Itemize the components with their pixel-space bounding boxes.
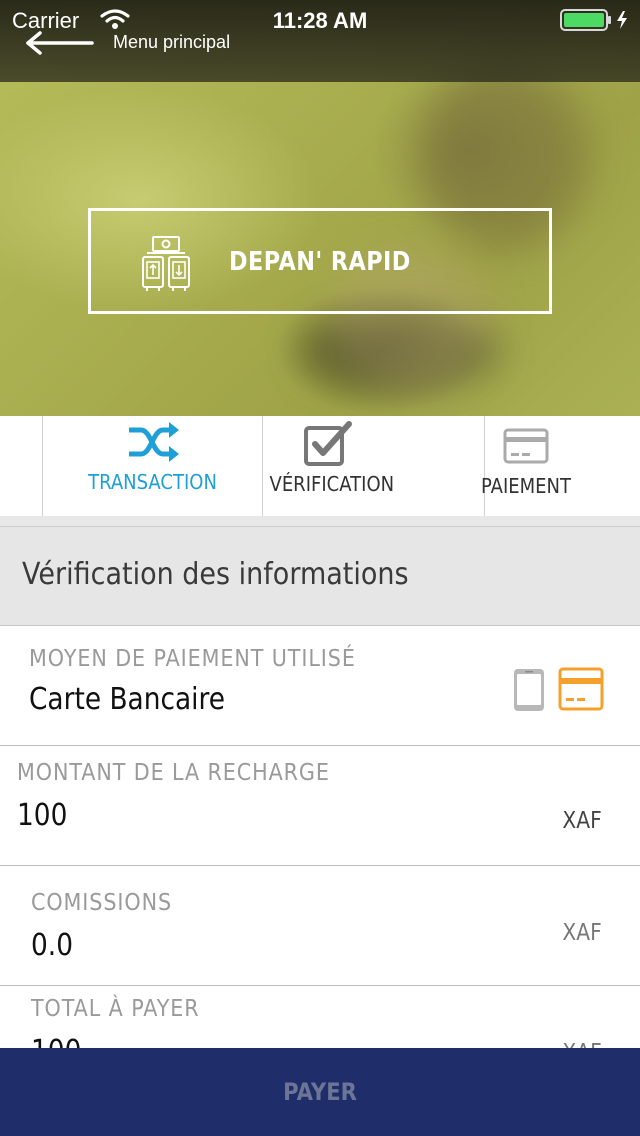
commissions-label: COMISSIONS xyxy=(31,890,173,916)
battery-icon xyxy=(560,9,627,31)
tab-transaction-label: TRANSACTION xyxy=(88,470,217,494)
pay-button[interactable]: PAYER xyxy=(0,1048,640,1136)
service-title: DEPAN' RAPID xyxy=(229,247,411,277)
commissions-value: 0.0 xyxy=(31,928,73,963)
payment-method-row: MOYEN DE PAIEMENT UTILISÉ Carte Bancaire xyxy=(0,626,640,746)
amount-label: MONTANT DE LA RECHARGE xyxy=(17,760,330,786)
step-tabs-shadow xyxy=(0,516,640,526)
shuffle-icon xyxy=(128,422,179,462)
total-label: TOTAL À PAYER xyxy=(31,996,200,1022)
tab-paiement-label: PAIEMENT xyxy=(480,474,572,498)
back-arrow-icon[interactable] xyxy=(22,30,102,56)
amount-value[interactable]: 100 xyxy=(17,798,67,833)
amount-unit: XAF xyxy=(562,808,602,834)
commissions-row: COMISSIONS 0.0 XAF xyxy=(0,866,640,986)
section-title: Vérification des informations xyxy=(22,557,409,592)
commissions-unit: XAF xyxy=(562,920,602,946)
section-header: Vérification des informations xyxy=(0,526,640,626)
credit-card-icon xyxy=(503,428,549,464)
hero-banner: Carrier 11:28 AM Menu principal DEPAN' R… xyxy=(0,0,640,416)
payment-method-value: Carte Bancaire xyxy=(29,682,226,717)
tab-paiement[interactable]: PAIEMENT xyxy=(472,416,580,520)
pay-button-label: PAYER xyxy=(283,1078,357,1106)
status-bar: Carrier 11:28 AM Menu principal xyxy=(0,0,640,82)
tab-verification[interactable]: VÉRIFICATION xyxy=(263,416,395,520)
payment-method-label: MOYEN DE PAIEMENT UTILISÉ xyxy=(29,646,356,672)
service-banner: DEPAN' RAPID xyxy=(88,208,552,314)
money-transfer-icon xyxy=(142,236,190,291)
back-button-label[interactable]: Menu principal xyxy=(113,32,230,53)
mobile-phone-icon[interactable] xyxy=(512,668,546,712)
checkbox-icon xyxy=(304,421,352,466)
credit-card-icon[interactable] xyxy=(558,666,604,712)
amount-row: MONTANT DE LA RECHARGE 100 XAF xyxy=(0,746,640,866)
step-tabs: TRANSACTION VÉRIFICATION PAIEMENT xyxy=(0,416,640,526)
tab-verification-label: VÉRIFICATION xyxy=(269,472,395,496)
tab-transaction[interactable]: TRANSACTION xyxy=(43,416,262,520)
